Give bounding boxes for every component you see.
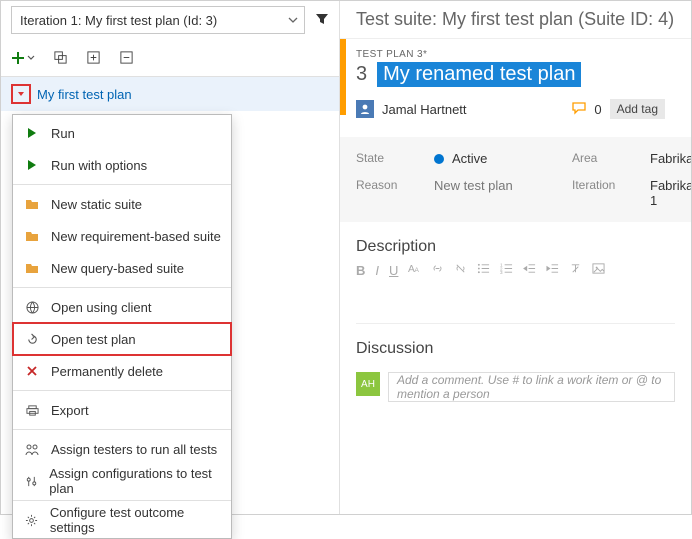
underline-button[interactable]: U — [389, 263, 398, 278]
folder-icon — [23, 198, 41, 210]
description-heading: Description — [340, 222, 691, 262]
add-button[interactable] — [11, 51, 35, 65]
menu-separator — [13, 390, 231, 391]
add-tag-button[interactable]: Add tag — [610, 99, 665, 119]
menu-new-query[interactable]: New query-based suite — [13, 252, 231, 284]
print-icon — [23, 404, 41, 417]
menu-run[interactable]: Run — [13, 117, 231, 149]
menu-export[interactable]: Export — [13, 394, 231, 426]
svg-text:A: A — [415, 267, 420, 274]
svg-text:3: 3 — [500, 270, 503, 275]
menu-label: Assign testers to run all tests — [51, 442, 217, 457]
area-label: Area — [572, 151, 632, 166]
iteration-field[interactable]: Fabrikam\Iteration 1 — [650, 178, 691, 208]
context-menu: Run Run with options New static suite Ne… — [12, 114, 232, 539]
menu-separator — [13, 429, 231, 430]
clear-format-button[interactable] — [569, 262, 582, 278]
expand-all-icon[interactable] — [86, 50, 101, 65]
menu-label: Permanently delete — [51, 364, 163, 379]
bold-button[interactable]: B — [356, 263, 365, 278]
italic-button[interactable]: I — [375, 263, 379, 278]
tree-item-plan[interactable]: My first test plan — [1, 77, 339, 111]
fields-grid: State Active Area Fabrikam Reason New te… — [340, 137, 691, 222]
folder-icon — [23, 262, 41, 274]
unlink-button[interactable] — [454, 262, 467, 278]
type-color-bar — [340, 39, 346, 115]
discussion-icon[interactable] — [572, 101, 586, 118]
menu-open-plan[interactable]: Open test plan — [13, 323, 231, 355]
comment-input[interactable]: Add a comment. Use # to link a work item… — [388, 372, 675, 402]
play-icon — [23, 127, 41, 139]
state-field[interactable]: Active — [434, 151, 554, 166]
title-input[interactable]: My renamed test plan — [377, 62, 581, 87]
suite-title: Test suite: My first test plan (Suite ID… — [340, 1, 691, 39]
outdent-button[interactable] — [523, 262, 536, 278]
discussion-count: 0 — [594, 102, 601, 117]
collapse-all-icon[interactable] — [119, 50, 134, 65]
plus-icon — [11, 51, 25, 65]
gear-icon — [23, 514, 40, 527]
menu-delete[interactable]: Permanently delete — [13, 355, 231, 387]
font-size-button[interactable]: AA — [408, 262, 421, 278]
menu-label: Open test plan — [51, 332, 136, 347]
menu-run-options[interactable]: Run with options — [13, 149, 231, 181]
filter-icon[interactable] — [311, 12, 333, 29]
menu-label: Run with options — [51, 158, 147, 173]
menu-separator — [13, 500, 231, 501]
menu-assign-config[interactable]: Assign configurations to test plan — [13, 465, 231, 497]
menu-label: New requirement-based suite — [51, 229, 221, 244]
menu-label: Export — [51, 403, 89, 418]
menu-new-static[interactable]: New static suite — [13, 188, 231, 220]
open-arrow-icon — [23, 333, 41, 346]
menu-open-client[interactable]: Open using client — [13, 291, 231, 323]
reason-field[interactable]: New test plan — [434, 178, 554, 208]
tree-tool-clone-icon[interactable] — [53, 50, 68, 65]
menu-label: Run — [51, 126, 75, 141]
delete-x-icon — [23, 365, 41, 377]
rich-text-toolbar: B I U AA 123 — [340, 262, 691, 284]
avatar — [356, 100, 374, 118]
link-button[interactable] — [431, 262, 444, 278]
config-icon — [23, 475, 39, 488]
discussion-heading: Discussion — [340, 324, 691, 364]
svg-text:1: 1 — [500, 263, 503, 268]
work-item-type-label: TEST PLAN 3* — [340, 39, 677, 62]
globe-icon — [23, 301, 41, 314]
bullet-list-button[interactable] — [477, 262, 490, 278]
image-button[interactable] — [592, 262, 605, 278]
menu-configure-outcome[interactable]: Configure test outcome settings — [13, 504, 231, 536]
folder-icon — [23, 230, 41, 242]
description-input[interactable] — [356, 284, 675, 324]
menu-new-req[interactable]: New requirement-based suite — [13, 220, 231, 252]
menu-label: New static suite — [51, 197, 142, 212]
menu-separator — [13, 287, 231, 288]
iteration-dropdown-label: Iteration 1: My first test plan (Id: 3) — [20, 13, 217, 28]
work-item-id: 3 — [356, 63, 367, 86]
state-dot-icon — [434, 154, 444, 164]
svg-text:2: 2 — [500, 266, 503, 271]
menu-assign-testers[interactable]: Assign testers to run all tests — [13, 433, 231, 465]
indent-button[interactable] — [546, 262, 559, 278]
menu-label: Open using client — [51, 300, 151, 315]
chevron-down-icon — [27, 54, 35, 62]
reason-label: Reason — [356, 178, 416, 208]
area-field[interactable]: Fabrikam — [650, 151, 691, 166]
menu-label: New query-based suite — [51, 261, 184, 276]
menu-separator — [13, 184, 231, 185]
comment-avatar: AH — [356, 372, 380, 396]
expand-context-icon[interactable] — [11, 84, 31, 104]
state-label: State — [356, 151, 416, 166]
number-list-button[interactable]: 123 — [500, 262, 513, 278]
tree-toolbar — [1, 39, 339, 77]
assignee-name[interactable]: Jamal Hartnett — [382, 102, 467, 117]
tree-item-label: My first test plan — [37, 87, 132, 102]
svg-text:A: A — [408, 264, 415, 275]
menu-label: Assign configurations to test plan — [49, 466, 221, 496]
testers-icon — [23, 443, 41, 456]
menu-label: Configure test outcome settings — [50, 505, 221, 535]
iteration-dropdown[interactable]: Iteration 1: My first test plan (Id: 3) — [11, 6, 305, 34]
chevron-down-icon — [288, 13, 298, 28]
iteration-label: Iteration — [572, 178, 632, 208]
play-icon — [23, 159, 41, 171]
